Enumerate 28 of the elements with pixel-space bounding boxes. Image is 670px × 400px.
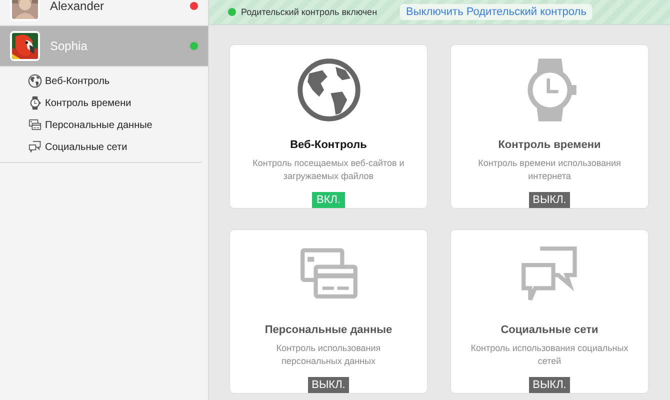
feature-card[interactable]: Веб-Контроль Контроль посещаемых веб-сайтов и загружаемых файлов ВКЛ.	[230, 45, 427, 208]
card-title: Веб-Контроль	[290, 139, 367, 151]
status-text: Родительский контроль включен	[241, 7, 378, 17]
globe-icon	[296, 57, 362, 123]
status-badge[interactable]: ВЫКЛ.	[528, 192, 570, 208]
card-title: Контроль времени	[498, 139, 601, 151]
wristwatch-icon	[28, 96, 42, 110]
card-description: Контроль посещаемых веб-сайтов и загружаемых файлов	[252, 157, 406, 183]
globe-icon	[28, 74, 42, 88]
sidebar-item[interactable]: Контроль времени	[28, 92, 202, 114]
disable-button[interactable]: Выключить Родительский контроль	[400, 4, 592, 20]
feature-card[interactable]: Контроль времени Контроль времени использования интернета ВЫКЛ.	[451, 45, 648, 208]
card-description: Контроль использования персональных данных	[275, 342, 382, 368]
card-title: Персональные данные	[264, 324, 392, 336]
user-name: Sophia	[50, 39, 88, 53]
feature-card[interactable]: Социальные сети Контроль использования социальных сетей ВЫКЛ.	[451, 230, 648, 393]
speech-bubbles-icon	[28, 140, 42, 154]
cards-icon	[28, 118, 42, 132]
status-badge[interactable]: ВЫКЛ.	[308, 377, 350, 393]
feature-card[interactable]: Персональные данные Контроль использования персональных данных ВЫКЛ.	[230, 230, 427, 393]
status-badge[interactable]: ВЫКЛ.	[528, 377, 570, 393]
sidebar-item[interactable]: Персональные данные	[28, 114, 202, 136]
card-description: Контроль использования социальных сетей	[470, 342, 630, 368]
sidebar-item[interactable]: Социальные сети	[28, 136, 202, 158]
sidebar-item[interactable]: Веб-Контроль	[28, 70, 202, 92]
card-title: Социальные сети	[500, 324, 598, 336]
user-name: Alexander	[50, 0, 106, 13]
card-description: Контроль времени использования интернета	[477, 157, 622, 183]
